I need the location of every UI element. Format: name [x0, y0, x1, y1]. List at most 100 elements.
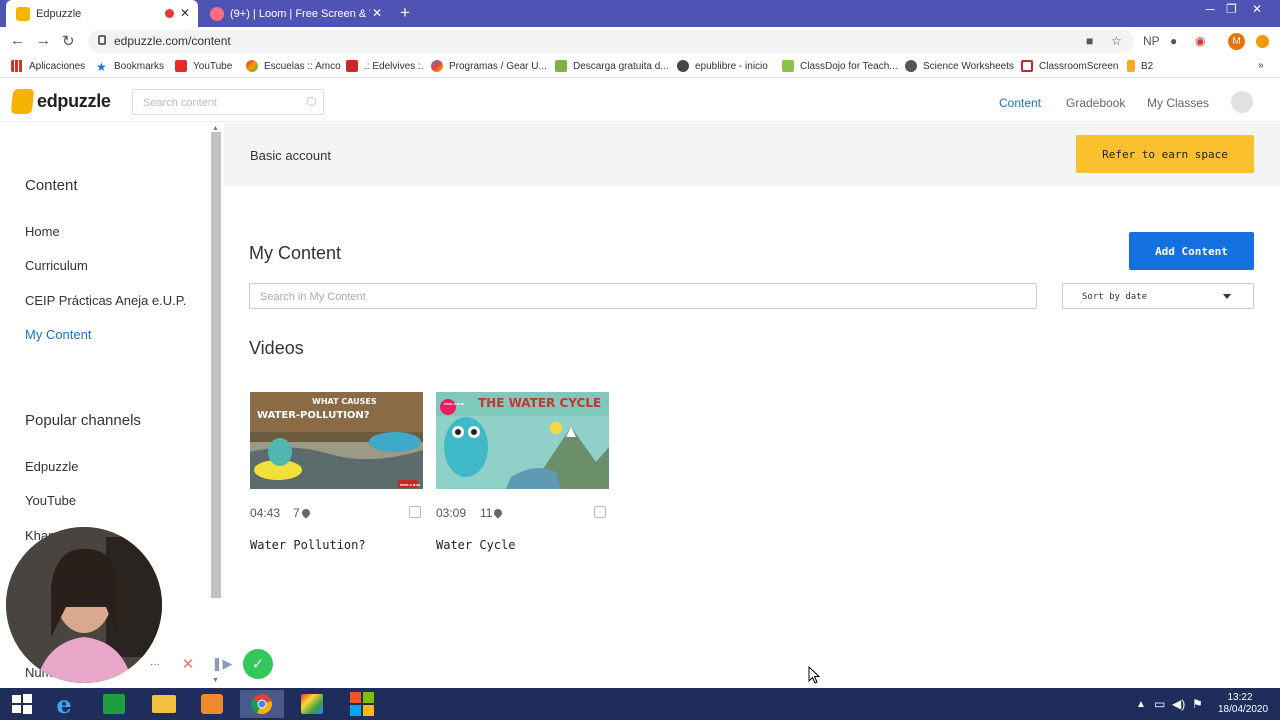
paint-app-icon[interactable]	[290, 690, 334, 718]
edpuzzle-favicon-icon	[16, 6, 30, 21]
file-explorer-icon[interactable]	[142, 690, 186, 718]
question-count-value: 11	[480, 506, 493, 520]
sidebar-item-curriculum[interactable]: Curriculum	[25, 258, 88, 273]
bookmark-item[interactable]: Programas / Gear U...	[431, 60, 547, 72]
sort-label: Sort by date	[1082, 292, 1148, 302]
close-tab-icon[interactable]: ✕	[180, 6, 190, 20]
window-close-icon[interactable]: ✕	[1252, 2, 1262, 16]
extension-red-icon[interactable]: ◉	[1195, 34, 1205, 48]
pin-icon	[492, 507, 505, 519]
search-content-input[interactable]: Search content	[132, 89, 324, 115]
bookmark-label: B2	[1141, 60, 1154, 72]
video-title[interactable]: Water Pollution?	[250, 538, 366, 552]
internet-explorer-icon[interactable]: e	[42, 690, 86, 719]
loom-favicon-icon	[210, 6, 224, 21]
sidebar-item-youtube[interactable]: YouTube	[25, 493, 76, 508]
bookmark-item[interactable]: Science Worksheets	[905, 60, 1014, 72]
amco-icon	[246, 60, 258, 72]
bookmark-label: Programas / Gear U...	[449, 60, 547, 72]
network-icon[interactable]: ▭	[1154, 697, 1165, 711]
sidebar-item-my-content[interactable]: My Content	[25, 327, 91, 342]
extension-circle-icon[interactable]: ●	[1170, 34, 1177, 48]
video-title[interactable]: Water Cycle	[436, 538, 515, 552]
pin-icon	[300, 507, 312, 519]
edpuzzle-header: edpuzzle Search content Content Gradeboo…	[0, 82, 1280, 122]
taskbar-clock[interactable]: 13:22 18/04/2020	[1218, 692, 1269, 716]
video-select-checkbox[interactable]	[409, 506, 421, 518]
scroll-down-icon[interactable]: ▼	[212, 677, 219, 684]
reload-icon[interactable]: ↻	[62, 32, 75, 50]
browser-tab-strip: Edpuzzle ✕ (9+) | Loom | Free Screen & V…	[0, 0, 1280, 27]
bookmark-label: .: Edelvives :.	[364, 60, 424, 72]
loom-webcam-bubble[interactable]	[6, 527, 162, 683]
tray-expand-icon[interactable]: ▲	[1136, 699, 1146, 710]
search-my-content-input[interactable]: Search in My Content	[249, 283, 1037, 309]
scroll-up-icon[interactable]: ▲	[212, 125, 219, 132]
tab-loom[interactable]: (9+) | Loom | Free Screen & Vide ✕	[200, 0, 390, 27]
bookmark-item[interactable]: Aplicaciones	[11, 60, 85, 72]
b2-icon	[1127, 60, 1135, 72]
thumb-logo-text: PEEK A BOO	[444, 402, 465, 406]
sidebar-scrollbar[interactable]	[211, 132, 221, 598]
volume-icon[interactable]: ◀)	[1172, 697, 1185, 711]
bookmark-label: Aplicaciones	[29, 60, 86, 72]
bookmark-item[interactable]: Descarga gratuita d...	[555, 60, 669, 72]
back-icon[interactable]: ←	[10, 32, 25, 49]
chrome-taskbar-icon[interactable]	[240, 690, 284, 718]
bookmark-item[interactable]: .: Edelvives :.	[346, 60, 423, 72]
profile-avatar[interactable]: M	[1228, 33, 1245, 50]
bookmark-label: Escuelas :: Amco	[264, 60, 341, 72]
video-thumbnail[interactable]: WHAT CAUSES WATER-POLLUTION? PEEK A BOO	[250, 392, 423, 489]
start-button-icon[interactable]	[0, 690, 44, 718]
bookmark-item[interactable]: ClassroomScreen	[1021, 60, 1118, 72]
bookmark-item[interactable]: Escuelas :: Amco	[246, 60, 341, 72]
video-select-checkbox[interactable]	[594, 506, 606, 518]
video-thumbnail[interactable]: PEEK A BOO THE WATER CYCLE	[436, 392, 609, 489]
bookmark-item[interactable]: ClassDojo for Teach...	[782, 60, 898, 72]
loom-finish-icon[interactable]: ✓	[243, 649, 273, 679]
address-bar[interactable]: edpuzzle.com/content	[88, 30, 1134, 53]
refer-to-earn-button[interactable]: Refer to earn space	[1076, 135, 1254, 173]
sort-select[interactable]: Sort by date	[1062, 283, 1254, 309]
loom-pause-icon[interactable]: ❚▶	[208, 650, 236, 678]
bookmark-item[interactable]: YouTube	[175, 60, 232, 72]
sidebar-heading-popular: Popular channels	[25, 412, 141, 429]
bookmark-star-icon[interactable]: ☆	[1111, 34, 1122, 48]
action-center-flag-icon[interactable]: ⚑	[1192, 697, 1203, 711]
update-alert-icon[interactable]	[1256, 35, 1269, 48]
clock-time: 13:22	[1227, 692, 1253, 703]
store-icon[interactable]	[92, 690, 136, 718]
sidebar-heading-content: Content	[25, 177, 78, 194]
add-content-button[interactable]: Add Content	[1129, 232, 1254, 270]
minimize-icon[interactable]: ─	[1206, 2, 1215, 16]
nav-my-classes[interactable]: My Classes	[1147, 96, 1209, 110]
sidebar-item-home[interactable]: Home	[25, 224, 60, 239]
bookmark-label: epublibre - inicio	[695, 60, 768, 72]
more-bookmarks-icon[interactable]: »	[1258, 60, 1264, 71]
new-tab-button[interactable]: +	[400, 3, 410, 23]
tab-edpuzzle[interactable]: Edpuzzle ✕	[6, 0, 198, 27]
bookmark-item[interactable]: epublibre - inicio	[677, 60, 768, 72]
bookmark-item[interactable]: ★ Bookmarks	[96, 60, 164, 74]
loom-cancel-icon[interactable]: ✕	[174, 650, 202, 678]
camera-icon[interactable]: ■	[1086, 34, 1093, 48]
restore-icon[interactable]: ❐	[1226, 2, 1237, 16]
bookmark-label: ClassroomScreen	[1039, 60, 1119, 72]
sidebar-item-ceip[interactable]: CEIP Prácticas Aneja e.U.P.	[25, 293, 186, 308]
nav-gradebook[interactable]: Gradebook	[1066, 96, 1125, 110]
forward-icon[interactable]: →	[36, 32, 51, 49]
nav-content[interactable]: Content	[999, 96, 1041, 110]
page-title: My Content	[249, 243, 342, 263]
bookmark-item[interactable]: B2	[1127, 60, 1153, 72]
sidebar-item-edpuzzle[interactable]: Edpuzzle	[25, 459, 78, 474]
question-count: 7	[293, 506, 312, 520]
media-player-icon[interactable]	[190, 690, 234, 718]
clock-date: 18/04/2020	[1218, 704, 1269, 715]
close-tab-icon[interactable]: ✕	[372, 6, 382, 20]
user-avatar[interactable]	[1231, 91, 1253, 113]
office-app-icon[interactable]	[340, 690, 384, 718]
edpuzzle-logo-text[interactable]: edpuzzle	[37, 91, 111, 112]
edpuzzle-logo-icon[interactable]	[10, 89, 35, 114]
np-extension-icon[interactable]: NP	[1143, 34, 1160, 48]
loom-more-icon[interactable]: ···	[146, 655, 164, 673]
